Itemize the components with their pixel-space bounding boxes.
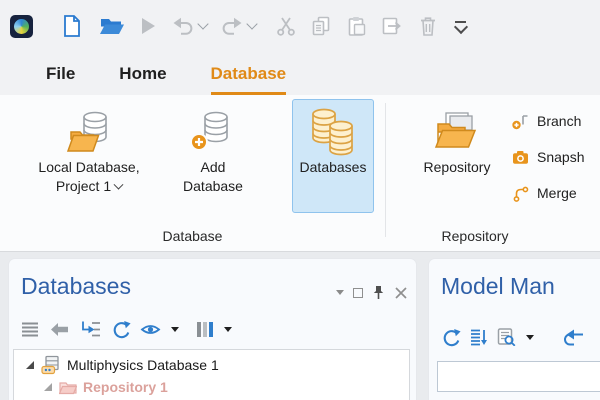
undo-icon bbox=[171, 15, 195, 37]
undo-dropdown-icon bbox=[197, 18, 208, 29]
redo-dropdown-icon bbox=[246, 18, 257, 29]
view-options-dropdown-icon[interactable] bbox=[224, 327, 232, 332]
show-dropdown-icon[interactable] bbox=[171, 327, 179, 332]
tab-file-label: File bbox=[46, 64, 75, 84]
app-logo bbox=[10, 15, 33, 38]
duplicate-icon bbox=[380, 15, 404, 37]
tree-item-label: Multiphysics Database 1 bbox=[67, 357, 219, 373]
databases-panel-toolbar bbox=[21, 317, 232, 341]
redo-dropdown-button[interactable] bbox=[248, 9, 256, 43]
repository-button[interactable]: Repository bbox=[408, 99, 506, 213]
preview-icon[interactable] bbox=[497, 328, 516, 346]
open-button[interactable] bbox=[99, 9, 125, 43]
workspace: Databases Mult bbox=[0, 252, 600, 400]
tab-home[interactable]: Home bbox=[119, 52, 166, 95]
expander-icon[interactable] bbox=[44, 383, 52, 391]
run-button[interactable] bbox=[142, 9, 155, 43]
branch-button[interactable]: Branch bbox=[512, 108, 581, 134]
snapshot-button[interactable]: Snapsh bbox=[512, 144, 584, 170]
tree-item-repository-1[interactable]: Repository 1 bbox=[44, 376, 168, 398]
model-manager-panel: Model Man bbox=[428, 258, 600, 400]
databases-icon bbox=[308, 106, 358, 158]
databases-panel-window-controls bbox=[336, 285, 408, 300]
databases-button[interactable]: Databases bbox=[292, 99, 374, 213]
branch-icon bbox=[512, 113, 529, 130]
local-database-label: Local Database,Project 1 bbox=[38, 158, 139, 196]
collapse-icon[interactable] bbox=[336, 290, 344, 295]
model-manager-search-input[interactable] bbox=[437, 361, 600, 392]
add-database-button[interactable]: Add Database bbox=[168, 99, 258, 213]
preview-dropdown-icon[interactable] bbox=[526, 335, 534, 340]
expander-icon[interactable] bbox=[26, 361, 34, 369]
cut-button[interactable] bbox=[275, 9, 297, 43]
toolbar-overflow-icon bbox=[455, 21, 466, 32]
ribbon: Local Database,Project 1 Add Database Da… bbox=[0, 95, 600, 252]
paste-button[interactable] bbox=[345, 9, 367, 43]
app-window: File Home Database Local Database,Projec… bbox=[0, 0, 600, 400]
repository-folder-red-icon bbox=[59, 380, 77, 395]
copy-icon bbox=[310, 15, 332, 37]
repository-label: Repository bbox=[424, 158, 491, 177]
group-separator bbox=[385, 103, 386, 237]
repository-icon bbox=[434, 106, 480, 158]
refresh-icon[interactable] bbox=[111, 320, 131, 339]
databases-label: Databases bbox=[300, 158, 367, 177]
database-server-icon bbox=[41, 355, 61, 375]
quick-access-toolbar bbox=[0, 0, 600, 52]
refresh-icon[interactable] bbox=[441, 328, 461, 347]
show-icon[interactable] bbox=[140, 322, 161, 337]
tree-item-label: Repository 1 bbox=[83, 379, 168, 395]
open-folder-icon bbox=[99, 15, 125, 37]
redo-icon bbox=[220, 15, 244, 37]
undo-dropdown-button[interactable] bbox=[199, 9, 207, 43]
tree-item-multiphysics-database[interactable]: Multiphysics Database 1 bbox=[26, 354, 219, 376]
copy-button[interactable] bbox=[310, 9, 332, 43]
ribbon-tab-bar: File Home Database bbox=[0, 52, 600, 95]
add-database-label: Add Database bbox=[169, 158, 257, 196]
go-to-node-icon[interactable] bbox=[79, 320, 102, 338]
tab-file[interactable]: File bbox=[46, 52, 75, 95]
branch-label: Branch bbox=[537, 113, 581, 129]
merge-button[interactable]: Merge bbox=[512, 180, 577, 206]
databases-panel-title: Databases bbox=[21, 273, 131, 300]
merge-icon bbox=[512, 185, 529, 202]
toolbar-overflow-button[interactable] bbox=[455, 9, 466, 43]
redo-button[interactable] bbox=[220, 9, 244, 43]
tab-database[interactable]: Database bbox=[211, 52, 287, 95]
database-group-label: Database bbox=[0, 228, 385, 244]
databases-panel: Databases Mult bbox=[8, 258, 417, 400]
model-manager-toolbar bbox=[441, 325, 585, 349]
local-database-button[interactable]: Local Database,Project 1 bbox=[20, 99, 158, 213]
pin-icon[interactable] bbox=[372, 285, 385, 300]
databases-tree: Multiphysics Database 1 Repository 1 bbox=[13, 349, 410, 400]
dropdown-chevron-icon bbox=[114, 180, 124, 190]
tab-database-label: Database bbox=[211, 64, 287, 84]
cut-icon bbox=[275, 15, 297, 37]
paste-icon bbox=[345, 15, 367, 37]
merge-label: Merge bbox=[537, 185, 577, 201]
new-file-icon bbox=[61, 14, 83, 38]
delete-button[interactable] bbox=[417, 9, 439, 43]
undo-button[interactable] bbox=[171, 9, 195, 43]
run-icon bbox=[142, 18, 155, 34]
repository-group-label: Repository bbox=[385, 228, 565, 244]
sort-icon[interactable] bbox=[470, 328, 488, 346]
list-view-icon[interactable] bbox=[21, 321, 40, 338]
snapshot-icon bbox=[512, 150, 529, 165]
back-arrow-icon[interactable] bbox=[49, 321, 70, 338]
restore-icon[interactable] bbox=[561, 329, 585, 346]
model-manager-panel-title: Model Man bbox=[441, 273, 555, 300]
delete-icon bbox=[417, 15, 439, 37]
float-icon[interactable] bbox=[353, 288, 363, 298]
local-database-icon bbox=[65, 106, 113, 158]
duplicate-button[interactable] bbox=[380, 9, 404, 43]
close-icon[interactable] bbox=[394, 286, 408, 300]
view-options-icon[interactable] bbox=[196, 321, 214, 338]
snapshot-label: Snapsh bbox=[537, 149, 584, 165]
tab-home-label: Home bbox=[119, 64, 166, 84]
add-database-icon bbox=[189, 106, 237, 158]
new-file-button[interactable] bbox=[61, 9, 83, 43]
